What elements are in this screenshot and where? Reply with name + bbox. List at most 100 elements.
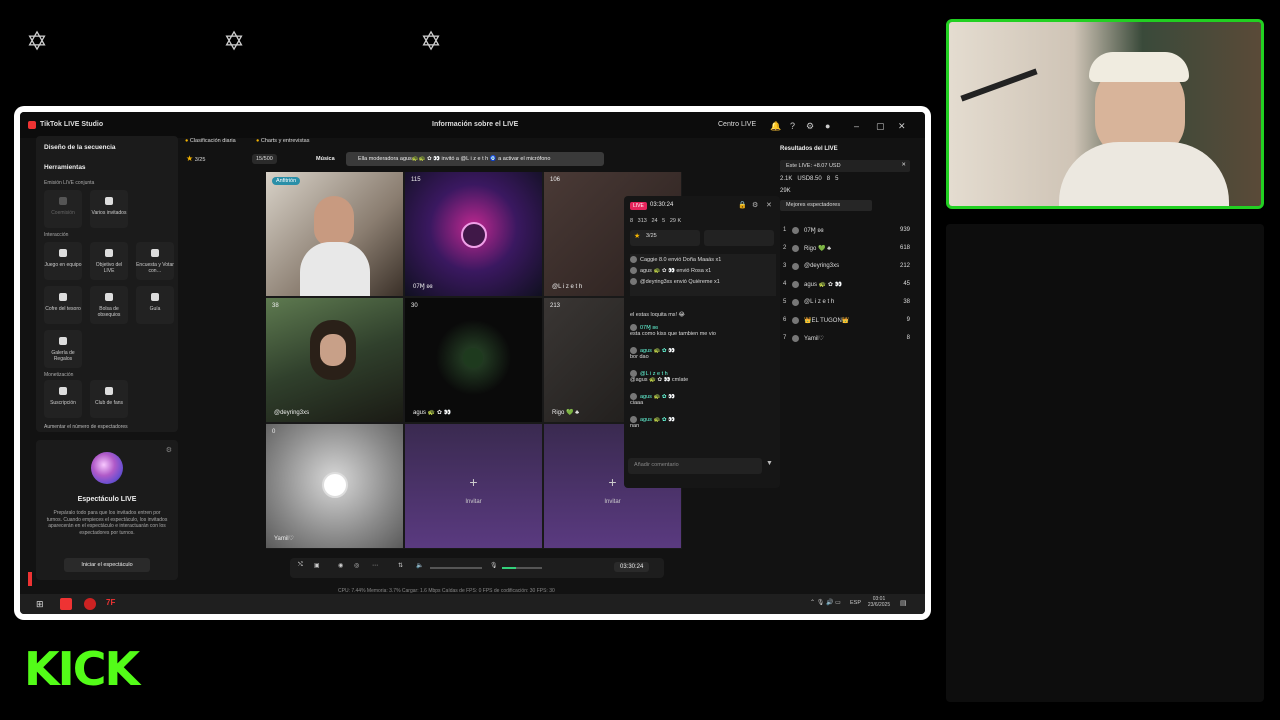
sequence-design-heading[interactable]: Diseño de la secuencia bbox=[44, 144, 116, 151]
avatar bbox=[630, 416, 637, 423]
start-spectacle-button[interactable]: Iniciar el espectáculo bbox=[64, 558, 150, 572]
plus-icon: + bbox=[469, 474, 478, 490]
chat-message: @L i z e t h @agus 🐢 ✿ 👀 cmlate bbox=[630, 370, 689, 383]
lock-icon[interactable]: 🔒 bbox=[738, 201, 747, 209]
star-icon: ★ bbox=[186, 154, 194, 163]
volume-icon[interactable]: 🔈 bbox=[416, 562, 423, 569]
music-label[interactable]: Música bbox=[316, 156, 335, 162]
app-icon[interactable]: 7F bbox=[106, 598, 115, 607]
fan-club-tool[interactable]: Club de fans bbox=[90, 380, 128, 418]
settings-icon[interactable]: ⚙ bbox=[166, 446, 172, 454]
avatar bbox=[792, 335, 799, 342]
centro-live-link[interactable]: Centro LIVE bbox=[718, 121, 756, 128]
chat-message: el estas loquita ms! 😂 bbox=[630, 312, 686, 318]
avatar bbox=[630, 256, 637, 263]
volume-slider[interactable] bbox=[430, 567, 482, 569]
camera-icon[interactable]: ◎ bbox=[354, 562, 359, 569]
gift-bag-tool[interactable]: Bolsa de obsequios bbox=[90, 286, 128, 324]
users-icon bbox=[105, 197, 113, 205]
invite-slot[interactable]: + Invitar bbox=[405, 424, 542, 548]
gift-gallery-tool[interactable]: Galería de Regalos bbox=[44, 330, 82, 368]
logo-star-icon: ✡ bbox=[26, 26, 48, 56]
guide-tool[interactable]: Guía bbox=[136, 286, 174, 324]
coemission-tool[interactable]: Coemisión bbox=[44, 190, 82, 228]
guest-cell-5[interactable]: 30 agus 🐢 ✿ 👀 bbox=[405, 298, 542, 422]
likes-stat: 29 K bbox=[669, 218, 682, 224]
team-icon bbox=[59, 249, 67, 257]
music-chip[interactable] bbox=[704, 230, 774, 246]
gear-icon[interactable]: ⚙ bbox=[806, 121, 814, 132]
avatar[interactable]: ● bbox=[825, 121, 830, 131]
target-icon bbox=[105, 249, 113, 257]
likes-count: 29K bbox=[780, 188, 791, 194]
browser-icon[interactable] bbox=[84, 598, 96, 610]
stream-timer: 03:30:24 bbox=[614, 562, 650, 572]
team-game-tool[interactable]: Juego en equipo bbox=[44, 242, 82, 280]
language-indicator[interactable]: ESP bbox=[850, 600, 861, 606]
tiktok-icon[interactable] bbox=[60, 598, 72, 610]
star-goal[interactable]: ★ 3/25 bbox=[186, 154, 205, 163]
minimize-icon[interactable]: – bbox=[854, 121, 859, 131]
live-info-title[interactable]: Información sobre el LIVE bbox=[432, 121, 518, 128]
treasure-chest-tool[interactable]: Cofre del tesoro bbox=[44, 286, 82, 324]
gifts-stat: 24 bbox=[651, 218, 658, 224]
mic-icon[interactable]: 🎙 bbox=[490, 562, 498, 569]
red-marker bbox=[28, 572, 32, 586]
multi-guest-tool[interactable]: Varios invitados bbox=[90, 190, 128, 228]
guest-score: 213 bbox=[550, 303, 561, 309]
gear-icon[interactable]: ⚙ bbox=[752, 201, 758, 209]
grow-viewers-link[interactable]: Aumentar el número de espectadores bbox=[44, 424, 128, 430]
layout-icon[interactable]: ▣ bbox=[314, 562, 320, 569]
shares-stat: 5 bbox=[662, 218, 666, 224]
avatar bbox=[630, 370, 637, 377]
charts-chip[interactable]: ● Charts y entrevistas bbox=[256, 138, 309, 144]
chest-icon bbox=[59, 293, 67, 301]
tray-icons[interactable]: ⌃ 🎙 🔊 ▭ bbox=[810, 599, 841, 606]
close-icon[interactable]: ✕ bbox=[898, 121, 906, 132]
guest-face bbox=[320, 334, 346, 366]
progress-chip[interactable]: 15/500 bbox=[252, 154, 277, 164]
record-icon[interactable]: ◉ bbox=[338, 562, 343, 569]
top-viewers-list: 1 07Ɱ ʚɞ 939 2 Rigo 💚 ♣ 618 3 @deyring3xs 212 … bbox=[783, 227, 910, 342]
viewers-stat: 8 bbox=[630, 218, 634, 224]
title-bar: TikTok LIVE Studio Información sobre el … bbox=[20, 112, 925, 138]
maximize-icon[interactable]: ▢ bbox=[876, 121, 885, 132]
chat-message: agus 🐢 ✿ 👀 ciaaa bbox=[630, 393, 675, 406]
live-goal-tool[interactable]: Objetivo del LIVE bbox=[90, 242, 128, 280]
clock[interactable]: 03:01 23/6/2025 bbox=[866, 596, 892, 608]
close-icon[interactable]: ✕ bbox=[766, 201, 772, 209]
comment-input[interactable]: Añadir comentario bbox=[628, 458, 762, 474]
stream-controls: ⤭ ▣ ◉ ◎ ⋯ ⇅ 🔈 🎙 03:30:24 bbox=[290, 558, 664, 578]
gift-row: agus 🐢 ✿ 👀 envió Rosa x1 bbox=[640, 267, 712, 274]
mic-slider[interactable] bbox=[502, 567, 542, 569]
guest-cell-4[interactable]: 38 @deyring3xs bbox=[266, 298, 403, 422]
tools-heading: Herramientas bbox=[44, 164, 86, 171]
guest-cell-7[interactable]: 0 Yamil♡ bbox=[266, 424, 403, 548]
more-icon[interactable]: ⋯ bbox=[372, 562, 378, 569]
sliders-icon[interactable]: ⇅ bbox=[398, 562, 403, 569]
guest-grid: Anfitrión 115 07Ɱ ʚɞ 106 @L i z e t h 38… bbox=[266, 172, 682, 549]
side-panel bbox=[946, 224, 1264, 702]
guest-avatar bbox=[322, 472, 348, 498]
poll-tool[interactable]: Encuesta y Votar con… bbox=[136, 242, 174, 280]
host-cell[interactable]: Anfitrión bbox=[266, 172, 403, 296]
notification-icon[interactable]: ▤ bbox=[900, 599, 907, 607]
windows-icon[interactable]: ⊞ bbox=[36, 599, 44, 610]
daily-ranking-chip[interactable]: ● Clasificación diaria bbox=[185, 138, 236, 144]
chat-message: 07Ɱ ʚɞ esta como kiss que tambien me vio bbox=[630, 324, 716, 337]
guest-score: 38 bbox=[272, 303, 279, 309]
subscription-tool[interactable]: Suscripción bbox=[44, 380, 82, 418]
help-icon[interactable]: ? bbox=[790, 121, 795, 131]
chevron-down-icon[interactable]: ▼ bbox=[766, 460, 773, 467]
guest-cell-2[interactable]: 115 07Ɱ ʚɞ bbox=[405, 172, 542, 296]
guest-name: @deyring3xs bbox=[274, 410, 310, 416]
guest-score: 30 bbox=[411, 303, 418, 309]
top-viewers-tab[interactable]: Mejores espectadores bbox=[780, 200, 872, 211]
bell-icon[interactable]: 🔔 bbox=[770, 121, 781, 132]
close-icon[interactable]: ✕ bbox=[901, 162, 906, 168]
transition-icon[interactable]: ⤭ bbox=[298, 562, 303, 569]
link-icon bbox=[59, 197, 67, 205]
avatar bbox=[630, 278, 637, 285]
goal-chip[interactable]: ★ 3/25 bbox=[630, 230, 700, 246]
spectacle-description: Prepáralo todo para que los invitados en… bbox=[46, 510, 168, 536]
